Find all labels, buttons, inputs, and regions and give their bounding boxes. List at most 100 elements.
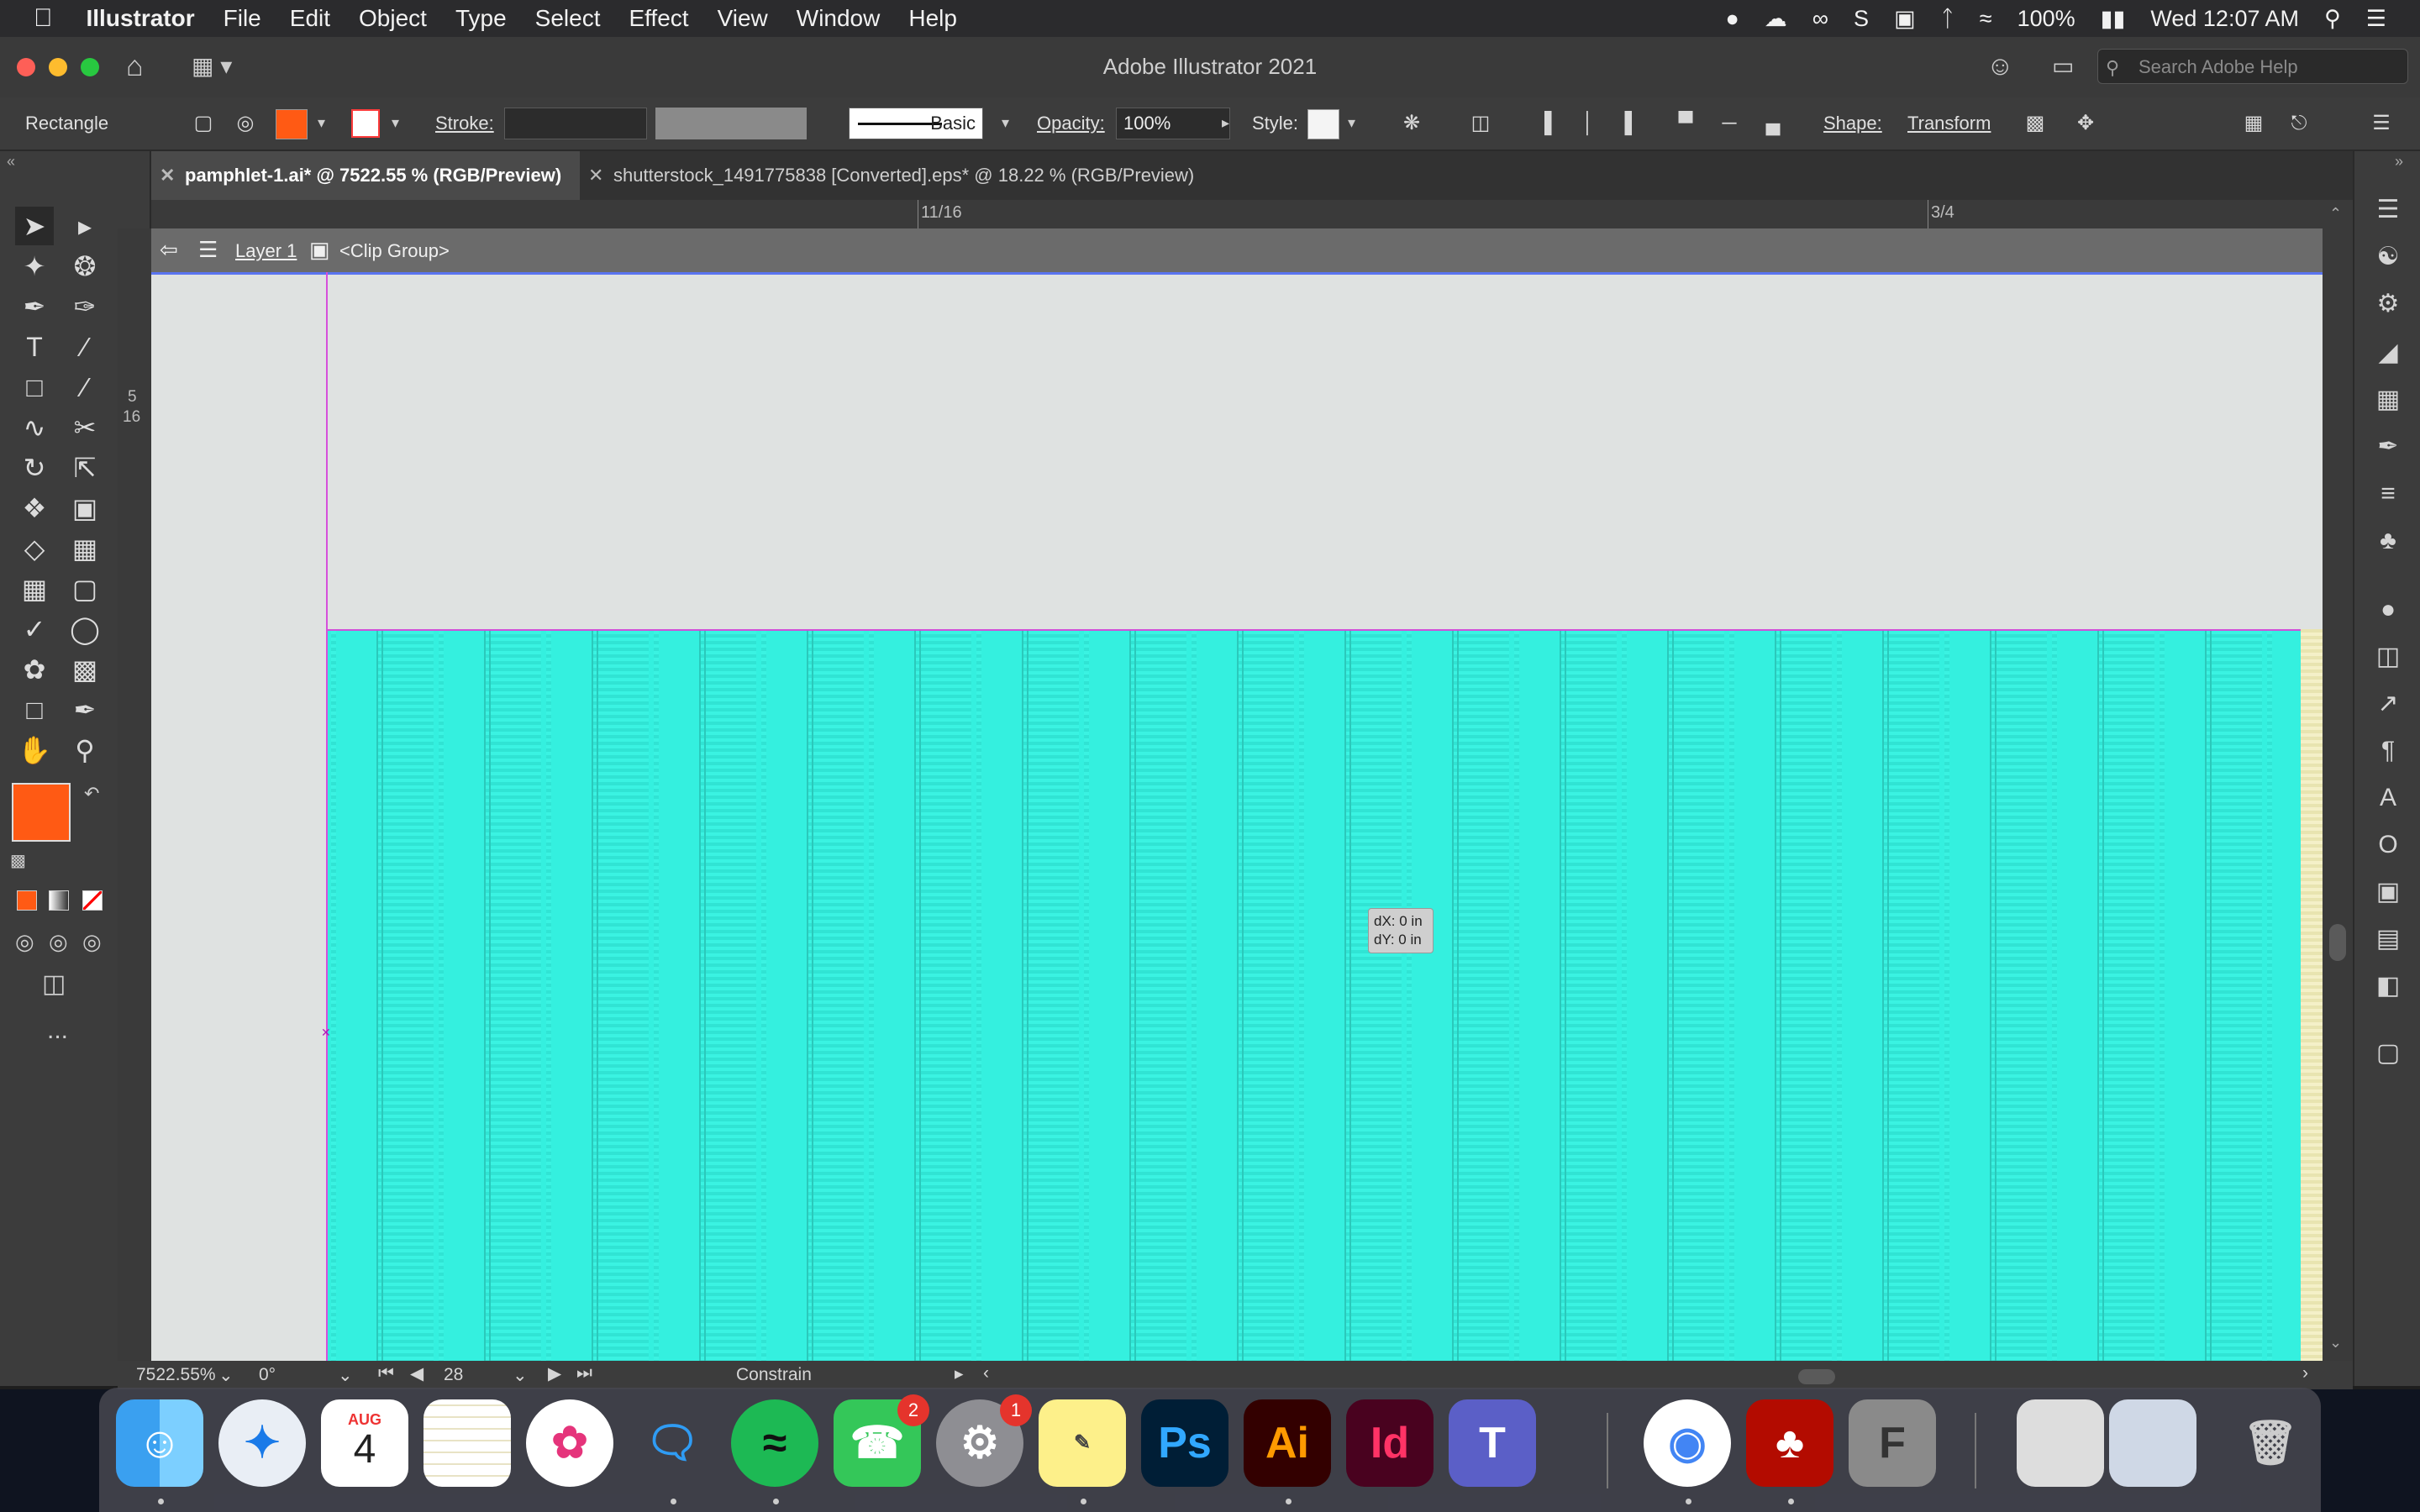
recolor-target-icon[interactable]: ◎ — [230, 108, 260, 139]
messages-app-icon[interactable]: 🗨 — [629, 1399, 716, 1487]
lasso-tool-icon[interactable]: ❂ — [66, 247, 104, 286]
recolor-artwork-icon[interactable]: ❋ — [1397, 108, 1427, 139]
stroke-swatch[interactable] — [351, 109, 380, 138]
horizontal-ruler[interactable]: 11/16 3/4 — [151, 200, 2323, 229]
creative-cloud-icon[interactable]: ☁ — [1765, 6, 1787, 32]
free-transform-tool-icon[interactable]: ▣ — [66, 489, 104, 528]
artboard-tool-icon[interactable]: □ — [15, 690, 54, 729]
artboard-dropdown-chevron-icon[interactable]: ⌄ — [513, 1365, 528, 1386]
mesh-tool-icon[interactable]: ▦ — [15, 570, 54, 608]
menu-window[interactable]: Window — [797, 5, 881, 32]
reference-point-icon[interactable]: ✥ — [2070, 108, 2101, 139]
transparency-panel-icon[interactable]: ▢ — [2371, 1037, 2405, 1070]
font-book-app-icon[interactable]: F — [1849, 1399, 1936, 1487]
chrome-app-icon[interactable]: ◉ — [1644, 1399, 1731, 1487]
symbol-sprayer-tool-icon[interactable]: ✿ — [15, 650, 54, 689]
vertical-scrollbar[interactable]: ⌃ ⌄ — [2323, 200, 2353, 1361]
shape-builder-tool-icon[interactable]: ◇ — [15, 529, 54, 568]
artboards-panel-icon[interactable]: ▣ — [2371, 875, 2405, 909]
breadcrumb-group[interactable]: <Clip Group> — [339, 240, 450, 262]
appearance-panel-icon[interactable]: ● — [2371, 593, 2405, 627]
scissors-tool-icon[interactable]: ✂ — [66, 408, 104, 447]
transform-link[interactable]: Transform — [1907, 113, 1991, 134]
menu-view[interactable]: View — [718, 5, 768, 32]
layers-panel-icon[interactable]: ☰ — [2371, 193, 2405, 227]
rotation-field[interactable]: 0° — [259, 1365, 276, 1385]
magic-wand-tool-icon[interactable]: ✦ — [15, 247, 54, 286]
perspective-grid-tool-icon[interactable]: ▦ — [66, 529, 104, 568]
stroke-label[interactable]: Stroke: — [435, 113, 494, 134]
scale-tool-icon[interactable]: ⇱ — [66, 449, 104, 487]
selection-tool-icon[interactable]: ➤ — [15, 207, 54, 245]
align-left-icon[interactable]: ▐ — [1529, 108, 1560, 139]
battery-percent[interactable]: 100% — [2018, 6, 2075, 32]
export-panel-icon[interactable]: ↗ — [2371, 687, 2405, 721]
align-to-icon[interactable]: ◫ — [1465, 108, 1496, 139]
scroll-right-icon[interactable]: › — [2302, 1363, 2308, 1383]
type-tool-icon[interactable]: T — [15, 328, 54, 366]
menu-object[interactable]: Object — [359, 5, 427, 32]
brushes-panel-icon[interactable]: ✒ — [2371, 430, 2405, 464]
menu-edit[interactable]: Edit — [290, 5, 330, 32]
menu-app-name[interactable]: Illustrator — [87, 5, 195, 32]
expand-panels-icon[interactable]: » — [2395, 153, 2403, 171]
opentype-panel-icon[interactable]: O — [2371, 828, 2405, 862]
last-artboard-icon[interactable]: ⏭ — [576, 1363, 592, 1383]
artboard-canvas[interactable]: ✕ dX: 0 in dY: 0 in — [151, 272, 2323, 1361]
next-artboard-icon[interactable]: ▶ — [548, 1363, 561, 1384]
shape-label[interactable]: Shape: — [1823, 113, 1882, 134]
teams-app-icon[interactable]: T — [1449, 1399, 1536, 1487]
slice-tool-icon[interactable]: ✒ — [66, 690, 104, 729]
previous-artboard-icon[interactable]: ◀ — [410, 1363, 424, 1384]
tab-pamphlet[interactable]: ✕ pamphlet-1.ai* @ 7522.55 % (RGB/Previe… — [151, 151, 580, 200]
bluetooth-icon[interactable]: ᛏ — [1941, 6, 1954, 32]
sync-icon[interactable]: ∞ — [1812, 6, 1828, 32]
account-icon[interactable]: ☺ — [1986, 50, 2014, 81]
align-bottom-icon[interactable]: ▄ — [1758, 108, 1788, 139]
panel-menu-icon[interactable]: ☰ — [2366, 108, 2396, 139]
color-mode-icon[interactable] — [17, 890, 37, 911]
safari-app-icon[interactable]: ✦ — [218, 1399, 306, 1487]
color-panel-icon[interactable]: ☯ — [2371, 240, 2405, 274]
spotify-app-icon[interactable]: ≈ — [731, 1399, 818, 1487]
paragraph-panel-icon[interactable]: ¶ — [2371, 734, 2405, 768]
isolation-mode-icon[interactable]: ⎋ — [2284, 108, 2314, 139]
align-right-icon[interactable]: ▌ — [1617, 108, 1647, 139]
close-tab-icon[interactable]: ✕ — [588, 151, 603, 200]
horizontal-scroll-thumb[interactable] — [1798, 1369, 1835, 1384]
character-panel-icon[interactable]: A — [2371, 781, 2405, 815]
screen-mode-icon[interactable]: ◫ — [42, 969, 66, 999]
pen-tool-icon[interactable]: ✒ — [15, 287, 54, 326]
stroke-dropdown-chevron-icon[interactable]: ▾ — [392, 114, 399, 132]
finder-app-icon[interactable]: ☺ — [116, 1399, 203, 1487]
indesign-app-icon[interactable]: Id — [1346, 1399, 1434, 1487]
arrange-documents-icon[interactable]: ▭ — [2052, 52, 2074, 80]
eyedropper-tool-icon[interactable]: ✓ — [15, 610, 54, 648]
draw-normal-icon[interactable]: ◎ — [15, 929, 34, 955]
width-tool-icon[interactable]: ❖ — [15, 489, 54, 528]
tab-shutterstock[interactable]: ✕ shutterstock_1491775838 [Converted].ep… — [580, 151, 1353, 200]
artboard-number-field[interactable]: 28 — [444, 1365, 463, 1385]
breadcrumb-layer[interactable]: Layer 1 — [235, 240, 297, 262]
acrobat-app-icon[interactable]: ♣ — [1746, 1399, 1833, 1487]
scroll-down-icon[interactable]: ⌄ — [2329, 1334, 2342, 1352]
variable-width-field[interactable] — [655, 108, 807, 139]
align-top-icon[interactable]: ▀ — [1670, 108, 1701, 139]
menu-file[interactable]: File — [224, 5, 261, 32]
menu-select[interactable]: Select — [535, 5, 601, 32]
illustrator-app-icon[interactable]: Ai — [1244, 1399, 1331, 1487]
photoshop-app-icon[interactable]: Ps — [1141, 1399, 1228, 1487]
rotate-tool-icon[interactable]: ↻ — [15, 449, 54, 487]
battery-icon[interactable]: ▮▮ — [2101, 6, 2126, 32]
display-icon[interactable]: ▣ — [1894, 6, 1916, 32]
transform-panel-icon[interactable]: ◫ — [2371, 640, 2405, 674]
vertical-scroll-thumb[interactable] — [2329, 924, 2346, 961]
spotlight-search-icon[interactable]: ⚲ — [2324, 6, 2341, 32]
gradient-panel-icon[interactable]: ◢ — [2371, 336, 2405, 370]
status-mode-text[interactable]: Constrain — [736, 1365, 812, 1385]
zoom-dropdown-chevron-icon[interactable]: ⌄ — [218, 1365, 234, 1386]
control-center-icon[interactable]: ☰ — [2366, 6, 2386, 32]
clock[interactable]: Wed 12:07 AM — [2150, 6, 2299, 32]
gradient-mode-icon[interactable] — [49, 890, 69, 911]
collapse-panel-icon[interactable]: « — [7, 153, 15, 171]
